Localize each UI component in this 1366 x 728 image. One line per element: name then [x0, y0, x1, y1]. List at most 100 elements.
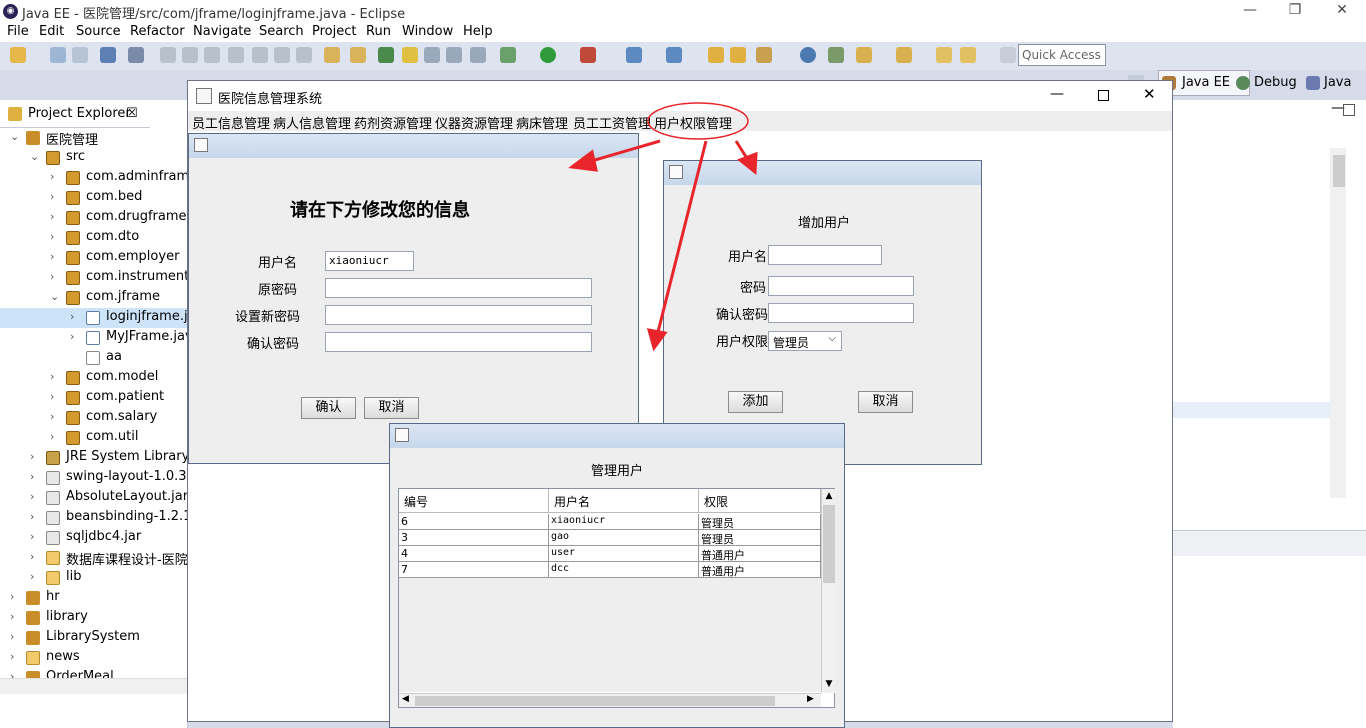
scrollbar-thumb[interactable]	[1333, 155, 1345, 187]
tree-item[interactable]: ⌄ com.jframe	[0, 288, 188, 308]
manage-users-titlebar[interactable]	[390, 424, 844, 448]
tree-item[interactable]: › com.instrumentfra	[0, 268, 188, 288]
menu-file[interactable]: File	[7, 24, 29, 39]
menu-patient-info[interactable]: 病人信息管理	[273, 113, 351, 132]
add-confirm-field[interactable]	[768, 303, 914, 323]
menu-help[interactable]: Help	[463, 24, 493, 39]
tree-item[interactable]: › com.employer	[0, 248, 188, 268]
expand-icon[interactable]: ›	[30, 550, 40, 563]
expand-icon[interactable]: ›	[50, 370, 60, 383]
debug-perspective-icon[interactable]	[1236, 76, 1250, 90]
menu-search[interactable]: Search	[259, 24, 304, 39]
menu-bed-manage[interactable]: 病床管理	[516, 113, 568, 132]
perspective-java[interactable]: Java	[1324, 75, 1351, 90]
tree-item[interactable]: › news	[0, 648, 188, 668]
expand-icon[interactable]: ›	[30, 450, 40, 463]
block-selection-icon[interactable]	[446, 47, 462, 63]
tree-item[interactable]: › com.bed	[0, 188, 188, 208]
tree-item[interactable]: › sqljdbc4.jar	[0, 528, 188, 548]
collapse-icon[interactable]: ⌄	[50, 290, 60, 303]
prev-annotation-icon[interactable]	[896, 47, 912, 63]
expand-icon[interactable]: ›	[50, 270, 60, 283]
minimize-icon[interactable]: —	[1240, 2, 1260, 22]
expand-icon[interactable]: ›	[10, 630, 20, 643]
table-row[interactable]: 4 user 普通用户	[399, 546, 821, 562]
tree-item[interactable]: › hr	[0, 588, 188, 608]
open-project-icon[interactable]	[708, 47, 724, 63]
expand-icon[interactable]: ›	[10, 590, 20, 603]
menu-run[interactable]: Run	[366, 24, 391, 39]
new-icon[interactable]	[10, 47, 26, 63]
step-into-icon[interactable]	[252, 47, 268, 63]
project-explorer-tab[interactable]: Project Explorer ☒	[0, 100, 150, 128]
next-annotation-icon[interactable]	[856, 47, 872, 63]
globe-icon[interactable]	[800, 47, 816, 63]
last-edit-icon[interactable]	[936, 47, 952, 63]
app-minimize-icon[interactable]: —	[1050, 86, 1064, 102]
col-role-header[interactable]: 权限	[699, 489, 821, 513]
expand-icon[interactable]: ›	[10, 650, 20, 663]
menu-refactor[interactable]: Refactor	[130, 24, 185, 39]
save-icon[interactable]	[50, 47, 66, 63]
role-select[interactable]: 管理员 ⌵	[768, 331, 842, 351]
tree-item[interactable]: ⌄ 医院管理	[0, 128, 188, 148]
expand-icon[interactable]: ›	[50, 190, 60, 203]
expand-icon[interactable]: ›	[50, 170, 60, 183]
tree-item[interactable]: › com.util	[0, 428, 188, 448]
modify-frame-titlebar[interactable]	[189, 134, 638, 158]
tree-item[interactable]: › beansbinding-1.2.1.ja	[0, 508, 188, 528]
add-button[interactable]: 添加	[728, 391, 783, 413]
scroll-down-icon[interactable]: ▼	[822, 679, 836, 689]
confirm-password-field[interactable]	[325, 332, 592, 352]
pilcrow-icon[interactable]	[470, 47, 486, 63]
tree-item[interactable]: › com.patient	[0, 388, 188, 408]
forward-icon[interactable]	[1000, 47, 1016, 63]
disconnect-icon[interactable]	[228, 47, 244, 63]
tree-item[interactable]: aa	[0, 348, 188, 368]
new-server-icon[interactable]	[626, 47, 642, 63]
expand-icon[interactable]: ›	[30, 510, 40, 523]
expand-icon[interactable]: ›	[10, 610, 20, 623]
expand-icon[interactable]: ›	[30, 570, 40, 583]
tree-item[interactable]: › JRE System Library [	[0, 448, 188, 468]
pen-icon[interactable]	[756, 47, 772, 63]
skip-breakpoints-icon[interactable]	[128, 47, 144, 63]
back-icon[interactable]	[960, 47, 976, 63]
expand-icon[interactable]: ›	[50, 250, 60, 263]
terminal-icon[interactable]	[100, 47, 116, 63]
menu-user-permission[interactable]: 用户权限管理	[654, 113, 732, 132]
use-step-filters-icon[interactable]	[350, 47, 366, 63]
annotation-icon[interactable]	[828, 47, 844, 63]
explorer-hscrollbar[interactable]	[0, 678, 188, 694]
scroll-right-icon[interactable]: ▶	[807, 694, 814, 704]
tree-item[interactable]: › com.salary	[0, 408, 188, 428]
tree-item[interactable]: › com.model	[0, 368, 188, 388]
debug-icon[interactable]	[500, 47, 516, 63]
username-field[interactable]: xiaoniucr	[325, 251, 414, 271]
tree-item[interactable]: › MyJFrame.java	[0, 328, 188, 348]
app-maximize-icon[interactable]	[1098, 90, 1109, 101]
tree-item[interactable]: › com.drugframe	[0, 208, 188, 228]
expand-icon[interactable]: ›	[30, 470, 40, 483]
restore-icon[interactable]: ❐	[1285, 2, 1305, 22]
expand-icon[interactable]: ›	[70, 330, 80, 343]
table-scroll-thumb[interactable]	[823, 505, 835, 583]
resume-icon[interactable]	[160, 47, 176, 63]
table-row[interactable]: 6 xiaoniucr 管理员	[399, 514, 821, 530]
table-hscroll-thumb[interactable]	[415, 696, 775, 706]
table-row[interactable]: 7 dcc 普通用户	[399, 562, 821, 578]
menu-window[interactable]: Window	[402, 24, 453, 39]
app-close-icon[interactable]: ✕	[1143, 85, 1156, 103]
add-password-field[interactable]	[768, 276, 914, 296]
cancel-modify-button[interactable]: 取消	[364, 397, 419, 419]
save-all-icon[interactable]	[72, 47, 88, 63]
collapse-icon[interactable]: ⌄	[30, 150, 40, 163]
tree-item[interactable]: › library	[0, 608, 188, 628]
table-hscrollbar[interactable]: ◀ ▶	[399, 693, 821, 707]
run-icon[interactable]	[540, 47, 556, 63]
tree-item[interactable]: › lib	[0, 568, 188, 588]
tree-item[interactable]: › loginjframe.java	[0, 308, 188, 328]
tree-item[interactable]: › com.dto	[0, 228, 188, 248]
cancel-add-button[interactable]: 取消	[858, 391, 913, 413]
menu-instrument-resource[interactable]: 仪器资源管理	[435, 113, 513, 132]
